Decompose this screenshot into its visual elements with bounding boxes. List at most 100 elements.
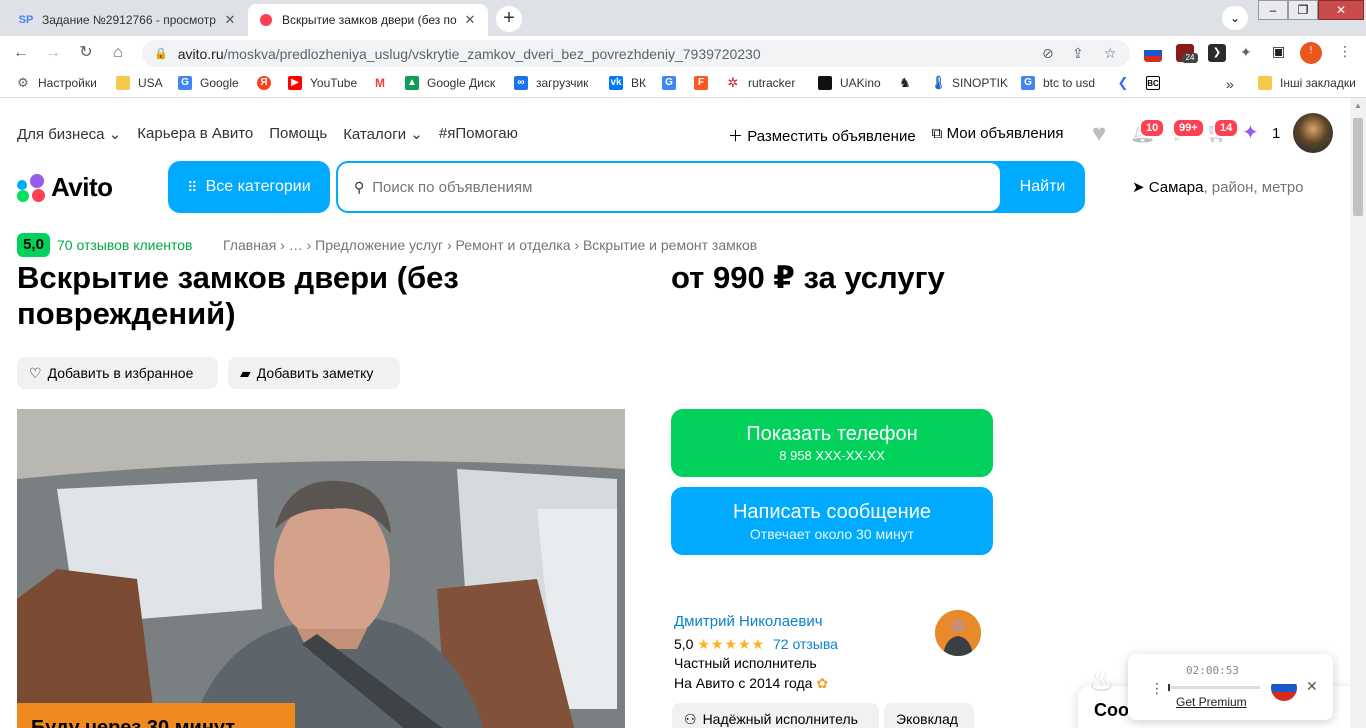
header-actions: ＋ Разместить объявление ⧉ Мои объявления	[728, 125, 1064, 146]
recorder-menu-icon[interactable]: ⋮	[1150, 680, 1164, 697]
bookmarks-overflow[interactable]: »	[1226, 76, 1234, 92]
extension-badge: 24	[1182, 53, 1198, 63]
extensions-puzzle-icon[interactable]: ✦	[1240, 44, 1252, 61]
menu-dots-icon[interactable]: ⋮	[1338, 43, 1352, 60]
close-tab-icon[interactable]: ✕	[222, 12, 238, 28]
recorder-time: 02:00:53	[1186, 664, 1239, 677]
favorites-heart-icon[interactable]: ♥	[1092, 120, 1106, 148]
address-bar[interactable]: 🔒 avito.ru/moskva/predlozheniya_uslug/vs…	[142, 40, 1130, 67]
rutracker-icon: ✲	[726, 75, 740, 90]
drive-icon: ▲	[405, 76, 419, 90]
listing-photo[interactable]	[17, 409, 625, 728]
eco-deposit-badge[interactable]: Эковклад	[884, 703, 974, 728]
russia-flag-extension-icon[interactable]	[1144, 44, 1162, 62]
post-ad-button[interactable]: ＋ Разместить объявление	[728, 125, 916, 146]
recorder-close-icon[interactable]: ✕	[1306, 678, 1318, 695]
close-tab-icon[interactable]: ✕	[462, 12, 478, 28]
recorder-progress[interactable]	[1168, 684, 1260, 691]
home-icon[interactable]: ⌂	[107, 42, 129, 64]
my-ads-button[interactable]: ⧉ Мои объявления	[932, 125, 1064, 146]
nav-career[interactable]: Карьера в Авито	[137, 125, 253, 143]
bookmark-label: Настройки	[38, 76, 97, 90]
ticket-count: 1	[1272, 125, 1281, 142]
bookmark-gmail[interactable]: M	[373, 76, 395, 90]
bookmark-f[interactable]: F	[694, 76, 716, 90]
add-favorite-button[interactable]: ♡ Добавить в избранное	[17, 357, 218, 389]
thermometer-icon: 🌡	[930, 75, 947, 90]
bookmark-settings[interactable]: ⚙ Настройки	[16, 76, 97, 91]
nav-catalogs[interactable]: Каталоги ⌄	[343, 125, 423, 143]
bookmark-uakino[interactable]: UAKino	[818, 76, 881, 90]
search-input[interactable]: ⚲ Поиск по объявлениям	[338, 163, 1000, 211]
bookmark-google[interactable]: G Google	[178, 76, 239, 90]
nav-help[interactable]: Помощь	[269, 125, 327, 143]
scroll-up-icon[interactable]: ▲	[1350, 98, 1366, 114]
avito-logo[interactable]: Avito	[17, 172, 113, 203]
seller-avatar-image	[935, 610, 981, 656]
tab-task[interactable]: SP Задание №2912766 - просмотр ✕	[8, 4, 248, 36]
tab-avito[interactable]: Вскрытие замков двери (без по ✕	[248, 4, 488, 36]
nav-business[interactable]: Для бизнеса ⌄	[17, 125, 121, 143]
forward-arrow-icon[interactable]: →	[42, 42, 64, 64]
bookmark-youtube[interactable]: ▶ YouTube	[288, 76, 357, 90]
add-note-label: Добавить заметку	[256, 365, 374, 381]
avito-dots-icon	[17, 173, 47, 202]
scrollbar-thumb[interactable]	[1353, 118, 1363, 216]
bookmark-usa[interactable]: USA	[116, 76, 163, 90]
url-path: /moskva/predlozheniya_uslug/vskrytie_zam…	[223, 45, 761, 62]
new-tab-button[interactable]: +	[496, 6, 522, 32]
reliable-performer-badge[interactable]: ⚇ Надёжный исполнитель	[672, 703, 879, 728]
reviews-link[interactable]: 70 отзывов клиентов	[57, 237, 193, 253]
bookmark-bc[interactable]: BC	[1146, 76, 1168, 90]
tag-label: Эковклад	[896, 711, 958, 727]
share-icon[interactable]: ⇪	[1072, 45, 1084, 62]
uakino-icon	[818, 76, 832, 90]
all-categories-button[interactable]: ⠿ Все категории	[168, 161, 330, 213]
minimize-button[interactable]: –	[1258, 0, 1288, 20]
breadcrumb[interactable]: Главная › … › Предложение услуг › Ремонт…	[223, 237, 757, 253]
blocked-popup-icon[interactable]: ⊘	[1042, 45, 1054, 62]
bookmark-rutracker[interactable]: ✲ rutracker	[726, 76, 795, 90]
maximize-button[interactable]: ❐	[1288, 0, 1318, 20]
post-ad-label: Разместить объявление	[747, 128, 916, 145]
seller-reviews-link[interactable]: 72 отзыва	[773, 636, 838, 652]
bookmark-loader[interactable]: ∞ загрузчик	[514, 76, 588, 90]
bookmark-translate[interactable]: G	[662, 76, 684, 90]
profile-avatar[interactable]	[1293, 113, 1333, 153]
profile-alert-icon[interactable]: !	[1300, 42, 1322, 64]
seller-name[interactable]: Дмитрий Николаевич	[674, 613, 823, 630]
nav-ya-pomogayu[interactable]: #яПомогаю	[439, 125, 518, 143]
window-close-button[interactable]: ✕	[1318, 0, 1364, 20]
folder-icon	[116, 76, 130, 90]
bookmark-btc[interactable]: Gbtc to usd	[1021, 76, 1095, 90]
tab-strip: SP Задание №2912766 - просмотр ✕ Вскрыти…	[0, 0, 1366, 36]
bookmark-sinoptik[interactable]: 🌡 SINOPTIK	[930, 76, 1008, 90]
tab-search-icon[interactable]: ⌄	[1222, 6, 1248, 30]
yandex-icon: Я	[257, 76, 271, 90]
bookmark-arrow[interactable]: ❮	[1116, 76, 1138, 90]
get-premium-link[interactable]: Get Premium	[1176, 695, 1247, 709]
side-panel-icon[interactable]: ▣	[1272, 43, 1285, 60]
reload-icon[interactable]: ↻	[75, 42, 97, 64]
bookmark-label: Google Диск	[427, 76, 496, 90]
bookmark-google-drive[interactable]: ▲ Google Диск	[405, 76, 495, 90]
bookmark-vk[interactable]: vk ВК	[609, 76, 646, 90]
search-button[interactable]: Найти	[1000, 161, 1085, 213]
bookmark-label: UAKino	[840, 76, 881, 90]
arrow-extension-icon[interactable]: ❯	[1208, 44, 1226, 62]
show-phone-button[interactable]: Показать телефон 8 958 XXX-XX-XX	[671, 409, 993, 477]
write-message-button[interactable]: Написать сообщение Отвечает около 30 мин…	[671, 487, 993, 555]
bookmark-star-icon[interactable]: ☆	[1104, 45, 1117, 62]
location-selector[interactable]: ➤ Самара, район, метро	[1132, 178, 1304, 196]
handshake-icon: ⚇	[684, 710, 697, 727]
bookmark-yandex[interactable]: Я	[257, 76, 279, 90]
back-arrow-icon[interactable]: ←	[10, 42, 32, 64]
seller-avatar[interactable]	[935, 610, 981, 656]
bookmark-chess[interactable]: ♞	[898, 76, 920, 90]
page-scrollbar[interactable]: ▲	[1350, 98, 1366, 728]
russia-flag-icon[interactable]	[1271, 675, 1297, 701]
other-bookmarks[interactable]: Інші закладки	[1258, 76, 1356, 90]
cookie-notice-text: Coo	[1094, 700, 1129, 720]
ticket-icon[interactable]: ✦	[1242, 120, 1259, 145]
add-note-button[interactable]: ▰ Добавить заметку	[228, 357, 400, 389]
